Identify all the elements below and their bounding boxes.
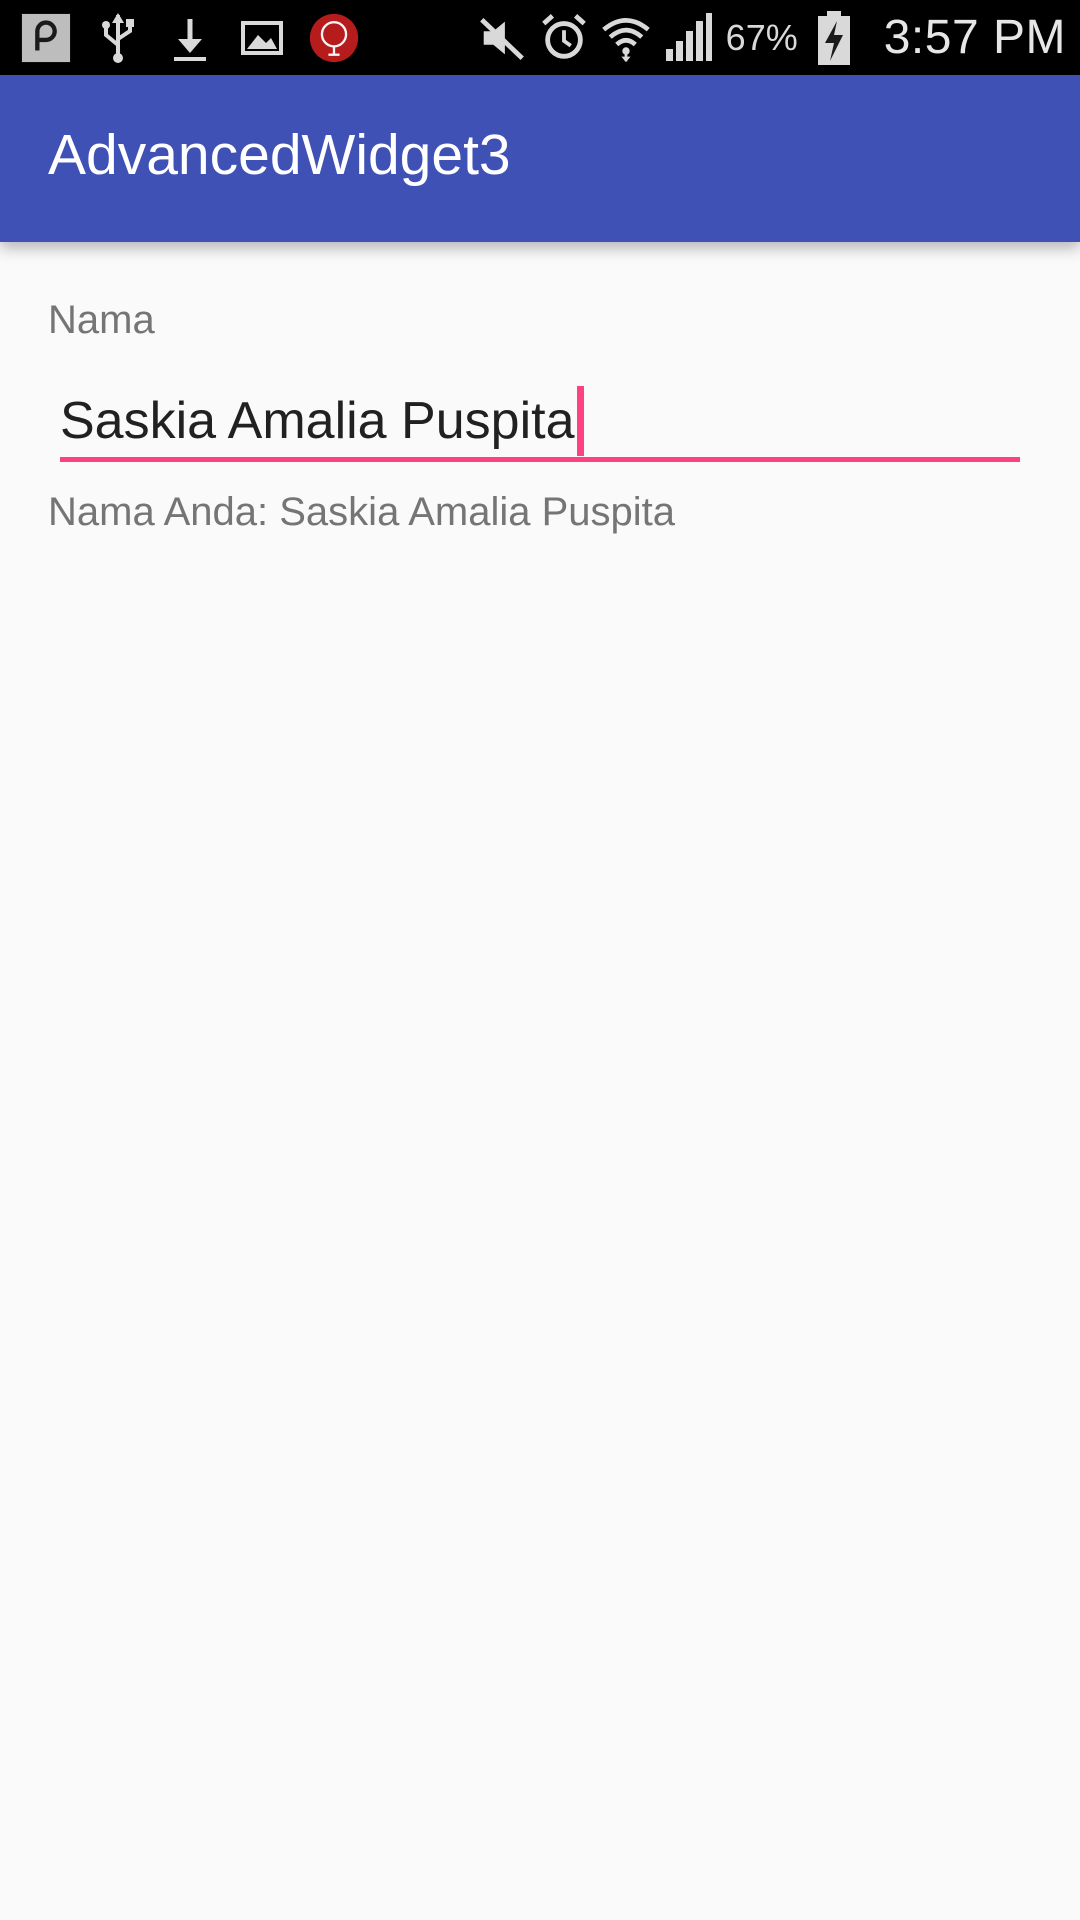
mute-icon <box>476 9 528 67</box>
red-app-icon <box>308 9 360 67</box>
image-icon <box>236 9 288 67</box>
name-label: Nama <box>48 298 155 342</box>
app-toolbar: AdvancedWidget3 <box>0 75 1080 242</box>
name-input-field[interactable]: Saskia Amalia Puspita <box>60 386 584 456</box>
notification-p-icon <box>20 9 72 67</box>
download-icon <box>164 9 216 67</box>
text-cursor <box>576 386 584 456</box>
signal-icon <box>662 9 714 67</box>
status-bar-notifications <box>20 0 360 75</box>
name-input-value: Saskia Amalia Puspita <box>60 392 575 450</box>
usb-icon <box>92 9 144 67</box>
status-bar-system: 67% 3:57 PM <box>476 0 1066 75</box>
status-clock: 3:57 PM <box>883 11 1066 64</box>
status-bar: 67% 3:57 PM <box>0 0 1080 75</box>
battery-charging-icon <box>808 9 860 67</box>
battery-percentage: 67% <box>725 16 798 58</box>
app-screen: 67% 3:57 PM AdvancedWidget3 Nama Saskia … <box>0 0 1080 1920</box>
name-input[interactable]: Saskia Amalia Puspita <box>60 382 1020 462</box>
main-content: Nama Saskia Amalia Puspita Nama Anda: Sa… <box>0 242 1080 1920</box>
alarm-icon <box>538 9 590 67</box>
wifi-icon <box>600 9 652 67</box>
app-title: AdvancedWidget3 <box>48 123 511 187</box>
name-output-text: Nama Anda: Saskia Amalia Puspita <box>48 490 676 534</box>
name-input-underline <box>60 457 1020 462</box>
